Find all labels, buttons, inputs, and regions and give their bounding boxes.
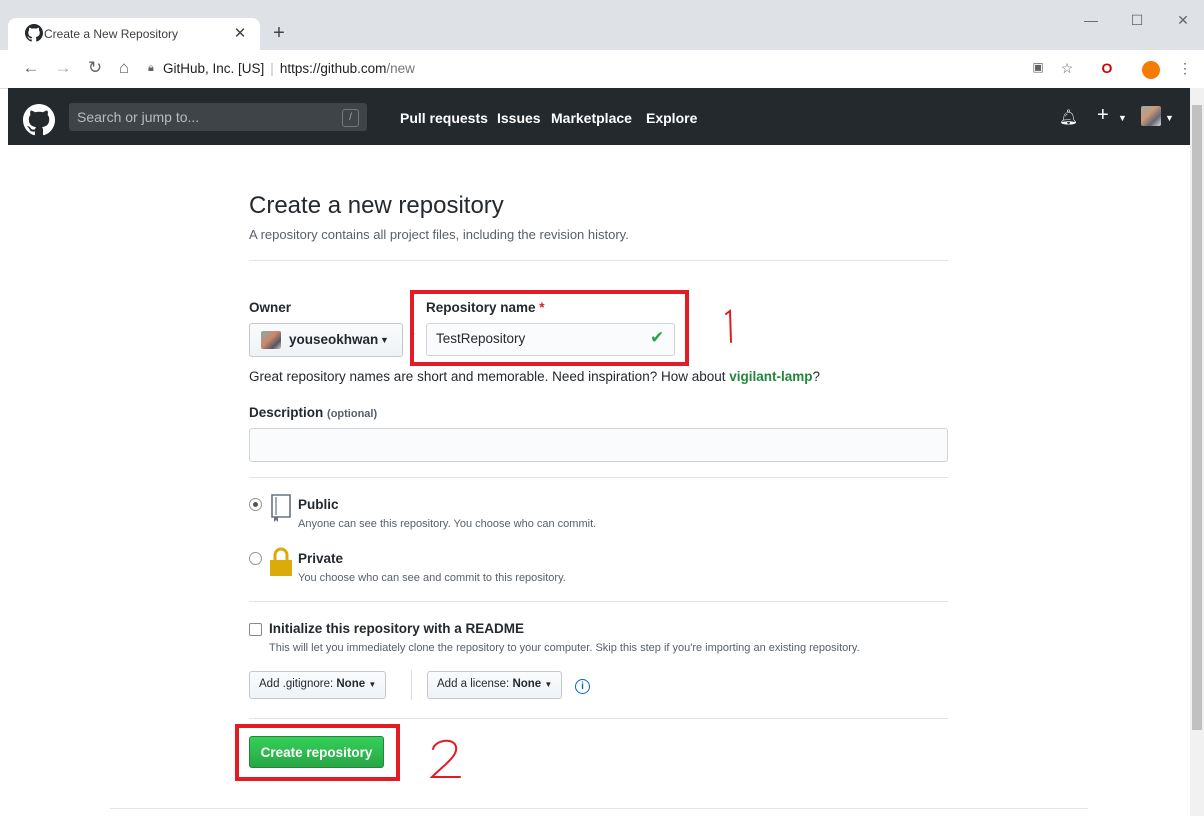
description-input[interactable] — [249, 428, 948, 462]
create-new-plus-icon[interactable]: + — [1097, 104, 1109, 127]
gitignore-label: Add .gitignore: — [259, 678, 334, 690]
page-subtitle: A repository contains all project files,… — [249, 227, 629, 242]
divider — [249, 477, 948, 478]
name-hint-suffix: ? — [812, 369, 821, 384]
search-placeholder: Search or jump to... — [77, 109, 200, 125]
gitignore-dropdown[interactable]: Add .gitignore: None ▼ — [249, 671, 387, 699]
translate-icon[interactable]: ▣ — [1027, 60, 1049, 74]
divider — [249, 718, 948, 719]
lock-icon[interactable]: 🔒︎ — [148, 62, 154, 75]
info-icon[interactable]: i — [575, 679, 590, 694]
user-avatar[interactable] — [1141, 106, 1161, 126]
tab-title: Create a New Repository — [44, 27, 179, 41]
page-title: Create a new repository — [249, 192, 504, 219]
readme-label: Initialize this repository with a README — [269, 621, 525, 636]
chevron-down-icon[interactable]: ▼ — [1165, 113, 1174, 123]
readme-checkbox[interactable] — [249, 623, 262, 636]
github-logo-icon[interactable] — [23, 104, 55, 136]
chevron-down-icon: ▼ — [380, 335, 389, 345]
owner-label: Owner — [249, 300, 292, 315]
description-label-text: Description — [249, 405, 324, 420]
owner-avatar — [261, 331, 281, 349]
optional-tag: (optional) — [327, 408, 378, 420]
nav-explore[interactable]: Explore — [646, 110, 697, 126]
url-path: /new — [386, 61, 415, 76]
opera-icon[interactable]: O — [1096, 60, 1118, 76]
github-favicon-icon — [25, 24, 43, 42]
suggested-name-link[interactable]: vigilant-lamp — [729, 369, 812, 384]
gitignore-value: None — [336, 678, 366, 690]
license-label: Add a license: — [437, 678, 510, 690]
owner-name: youseokhwan — [289, 332, 379, 347]
private-label: Private — [298, 551, 344, 566]
url-org: GitHub, Inc. [US] — [163, 61, 265, 76]
reload-icon[interactable]: ↻ — [84, 58, 106, 78]
back-icon[interactable]: ← — [20, 58, 42, 78]
annotation-step-1 — [725, 309, 732, 343]
tab-close-icon[interactable]: ✕ — [231, 24, 249, 42]
annotation-box-repo-name — [410, 290, 689, 366]
new-tab-icon[interactable]: + — [268, 22, 290, 45]
maximize-icon[interactable]: ☐ — [1122, 12, 1152, 29]
close-window-icon[interactable]: ✕ — [1168, 12, 1198, 29]
url-separator: | — [270, 61, 274, 76]
profile-icon[interactable] — [1142, 61, 1160, 79]
nav-marketplace[interactable]: Marketplace — [551, 110, 632, 126]
description-label: Description (optional) — [249, 405, 377, 420]
public-desc: Anyone can see this repository. You choo… — [298, 518, 597, 530]
chevron-down-icon: ▼ — [544, 680, 553, 689]
nav-pull-requests[interactable]: Pull requests — [400, 110, 488, 126]
license-dropdown[interactable]: Add a license: None ▼ — [427, 671, 563, 699]
divider — [249, 260, 948, 261]
bookmark-star-icon[interactable]: ☆ — [1056, 60, 1078, 77]
url-host: https://github.com — [279, 61, 387, 76]
nav-issues[interactable]: Issues — [497, 110, 541, 126]
annotation-step-2 — [429, 739, 461, 778]
footer-divider — [110, 808, 1088, 809]
menu-kebab-icon[interactable]: ⋮ — [1174, 60, 1196, 77]
divider — [249, 601, 948, 602]
lock-icon — [270, 547, 292, 576]
search-shortcut-key: / — [342, 109, 359, 127]
public-label: Public — [298, 497, 339, 512]
license-value: None — [512, 678, 542, 690]
readme-desc: This will let you immediately clone the … — [269, 642, 860, 654]
notifications-bell-icon[interactable]: 🔔︎ — [1059, 108, 1078, 126]
annotation-box-create — [235, 724, 400, 781]
vertical-divider — [411, 670, 412, 700]
repo-book-icon — [271, 494, 291, 522]
private-radio[interactable] — [249, 552, 262, 565]
public-radio[interactable] — [249, 498, 262, 511]
name-hint-text: Great repository names are short and mem… — [249, 369, 730, 384]
chevron-down-icon: ▼ — [368, 680, 377, 689]
forward-icon[interactable]: → — [52, 58, 74, 78]
home-icon[interactable]: ⌂ — [113, 58, 135, 78]
scrollbar-thumb[interactable] — [1192, 105, 1202, 730]
url-field[interactable]: GitHub, Inc. [US] | https://github.com/new — [163, 61, 415, 76]
chevron-down-icon[interactable]: ▼ — [1118, 113, 1127, 123]
minimize-icon[interactable]: — — [1076, 12, 1106, 28]
name-hint: Great repository names are short and mem… — [249, 369, 820, 384]
private-desc: You choose who can see and commit to thi… — [298, 572, 566, 584]
